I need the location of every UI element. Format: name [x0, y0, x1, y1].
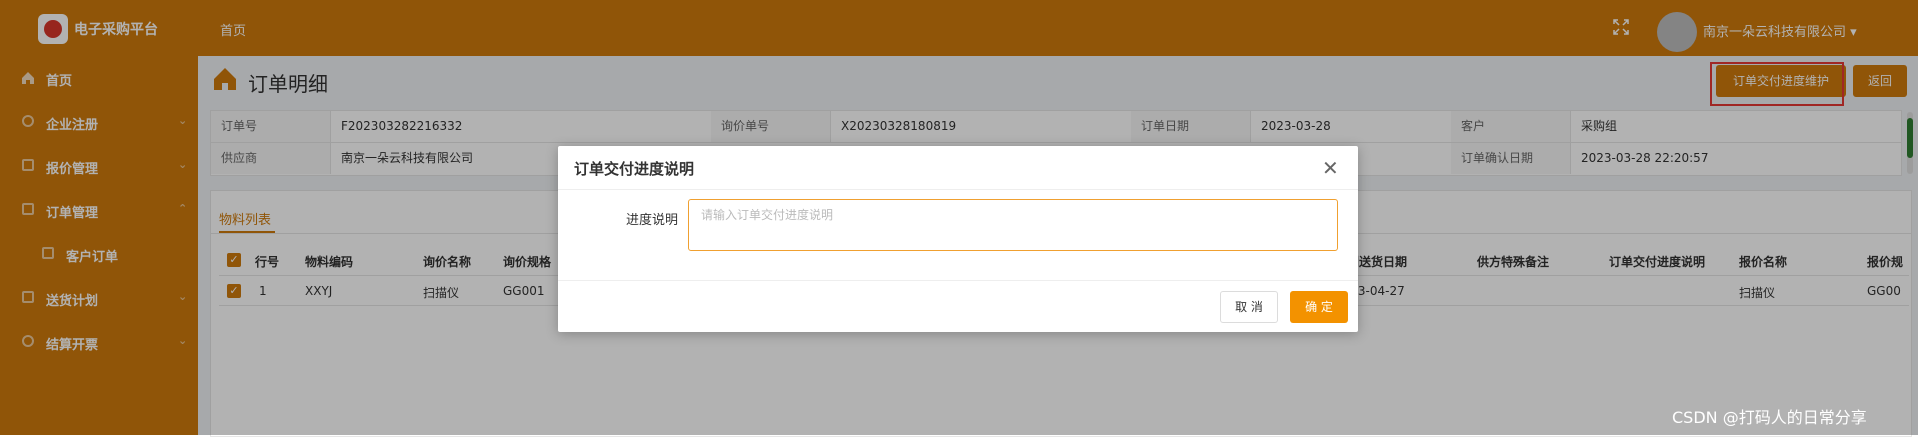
divider — [558, 189, 1358, 190]
cancel-button[interactable]: 取 消 — [1220, 291, 1278, 323]
dialog-title: 订单交付进度说明 — [574, 160, 695, 178]
progress-dialog: 订单交付进度说明 ✕ 进度说明 取 消 确 定 — [558, 146, 1358, 332]
confirm-button[interactable]: 确 定 — [1290, 291, 1348, 323]
divider — [558, 280, 1358, 281]
watermark: CSDN @打码人的日常分享 — [1672, 408, 1867, 427]
progress-textarea[interactable] — [688, 199, 1338, 251]
close-icon[interactable]: ✕ — [1322, 158, 1339, 178]
progress-label: 进度说明 — [626, 213, 679, 228]
